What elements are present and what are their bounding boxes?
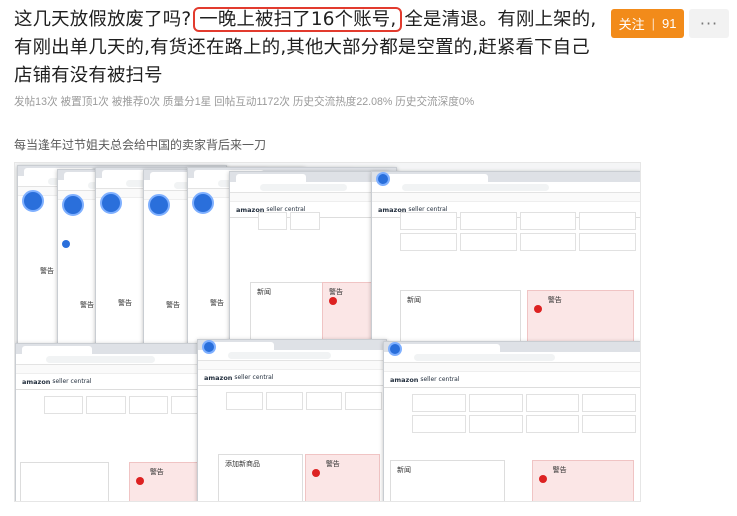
author-stats: 发帖13次 被置顶1次 被推荐0次 质量分1星 回帖互动1172次 历史交流热度… bbox=[14, 96, 475, 108]
title-highlight: 一晚上被扫了16个账号, bbox=[193, 7, 403, 32]
browser-window: amazon seller central 添加新商品 警告 bbox=[197, 339, 387, 501]
app-logo-icon bbox=[388, 342, 402, 356]
app-logo-icon bbox=[192, 192, 214, 214]
app-logo-icon bbox=[62, 194, 84, 216]
follow-label: 关注 bbox=[618, 17, 645, 32]
app-logo-icon bbox=[376, 172, 390, 186]
follow-button[interactable]: 关注 | 91 bbox=[611, 9, 684, 38]
follow-divider: | bbox=[651, 16, 655, 31]
browser-window: amazon seller central 警告 bbox=[15, 343, 215, 501]
post-caption: 每当逢年过节姐夫总会给中国的卖家背后来一刀 bbox=[14, 138, 267, 152]
ellipsis-icon: ··· bbox=[699, 14, 719, 33]
app-logo-icon bbox=[202, 340, 216, 354]
app-logo-icon bbox=[148, 194, 170, 216]
seller-central-header: amazon seller central bbox=[384, 372, 640, 388]
browser-window: amazon seller central 新闻 警告 bbox=[371, 171, 640, 351]
title-text-start: 这几天放假放废了吗? bbox=[14, 9, 192, 30]
app-logo-icon bbox=[22, 190, 44, 212]
browser-window: amazon seller central 新闻 警告 bbox=[229, 171, 389, 361]
browser-window: amazon seller central 新闻 警告 bbox=[383, 341, 640, 501]
post-title: 这几天放假放废了吗? 一晚上被扫了16个账号, 全是清退。有刚上架的,有刚出单几天的… bbox=[14, 6, 606, 90]
follow-count: 91 bbox=[661, 16, 677, 31]
screenshot-collage[interactable]: 警告 警告 警告 警告 警告 amazon seller central 新闻 … bbox=[14, 162, 641, 502]
seller-central-header: amazon seller central bbox=[16, 374, 214, 390]
app-logo-icon bbox=[100, 192, 122, 214]
more-options-button[interactable]: ··· bbox=[689, 9, 729, 38]
seller-central-header: amazon seller central bbox=[198, 370, 386, 386]
forum-post: 这几天放假放废了吗? 一晚上被扫了16个账号, 全是清退。有刚上架的,有刚出单几天的… bbox=[0, 0, 737, 516]
